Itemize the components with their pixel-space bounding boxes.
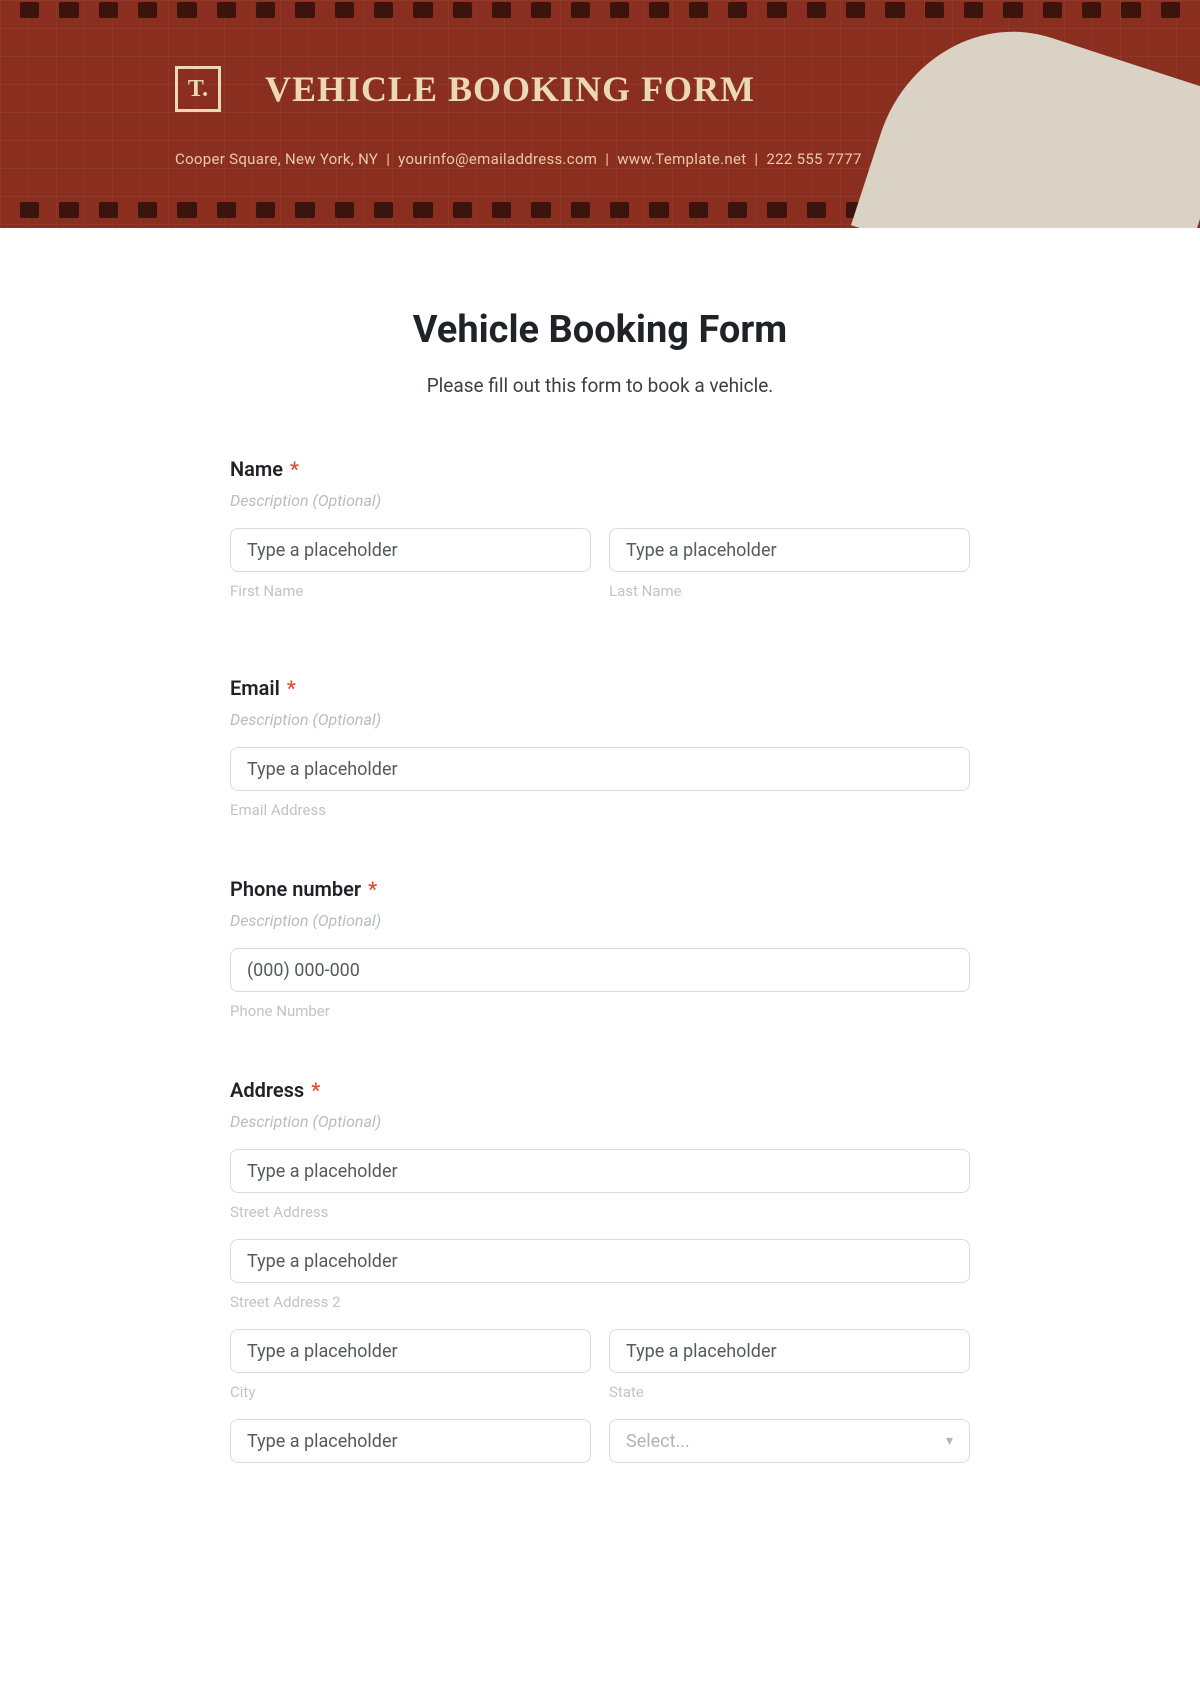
- required-mark: *: [311, 1078, 320, 1102]
- banner-contact-line: Cooper Square, New York, NY|yourinfo@ema…: [175, 150, 1200, 168]
- last-name-input[interactable]: [609, 528, 970, 572]
- street-address-sublabel: Street Address: [230, 1203, 970, 1221]
- required-mark: *: [290, 457, 299, 481]
- required-mark: *: [287, 676, 296, 700]
- chevron-down-icon: ▾: [946, 1433, 953, 1449]
- street-address-2-input[interactable]: [230, 1239, 970, 1283]
- name-field-group: Name * Description (Optional) First Name…: [230, 457, 970, 618]
- phone-hint: Description (Optional): [230, 911, 970, 930]
- country-select[interactable]: Select... ▾: [609, 1419, 970, 1463]
- banner-title: VEHICLE BOOKING FORM: [265, 68, 755, 110]
- phone-field-group: Phone number * Description (Optional) Ph…: [230, 877, 970, 1020]
- required-mark: *: [368, 877, 377, 901]
- email-hint: Description (Optional): [230, 710, 970, 729]
- country-select-value: Select...: [626, 1431, 690, 1452]
- email-input[interactable]: [230, 747, 970, 791]
- form-description: Please fill out this form to book a vehi…: [230, 374, 970, 397]
- phone-sublabel: Phone Number: [230, 1002, 970, 1020]
- last-name-sublabel: Last Name: [609, 582, 970, 600]
- banner-address: Cooper Square, New York, NY: [175, 150, 378, 168]
- logo-text: T.: [188, 76, 208, 103]
- banner-header: T. VEHICLE BOOKING FORM Cooper Square, N…: [0, 0, 1200, 228]
- address-field-group: Address * Description (Optional) Street …: [230, 1078, 970, 1481]
- first-name-input[interactable]: [230, 528, 591, 572]
- street-address-input[interactable]: [230, 1149, 970, 1193]
- email-sublabel: Email Address: [230, 801, 970, 819]
- state-input[interactable]: [609, 1329, 970, 1373]
- name-label: Name *: [230, 457, 970, 481]
- email-label: Email *: [230, 676, 970, 700]
- state-sublabel: State: [609, 1383, 970, 1401]
- city-sublabel: City: [230, 1383, 591, 1401]
- name-hint: Description (Optional): [230, 491, 970, 510]
- banner-email: yourinfo@emailaddress.com: [398, 150, 597, 168]
- phone-input[interactable]: [230, 948, 970, 992]
- first-name-sublabel: First Name: [230, 582, 591, 600]
- address-label: Address *: [230, 1078, 970, 1102]
- city-input[interactable]: [230, 1329, 591, 1373]
- logo-icon: T.: [175, 66, 221, 112]
- phone-label: Phone number *: [230, 877, 970, 901]
- form-container: Vehicle Booking Form Please fill out thi…: [230, 228, 970, 1579]
- address-hint: Description (Optional): [230, 1112, 970, 1131]
- banner-phone: 222 555 7777: [766, 150, 861, 168]
- zip-input[interactable]: [230, 1419, 591, 1463]
- email-field-group: Email * Description (Optional) Email Add…: [230, 676, 970, 819]
- form-title: Vehicle Booking Form: [230, 308, 970, 352]
- banner-website: www.Template.net: [617, 150, 746, 168]
- street-address-2-sublabel: Street Address 2: [230, 1293, 970, 1311]
